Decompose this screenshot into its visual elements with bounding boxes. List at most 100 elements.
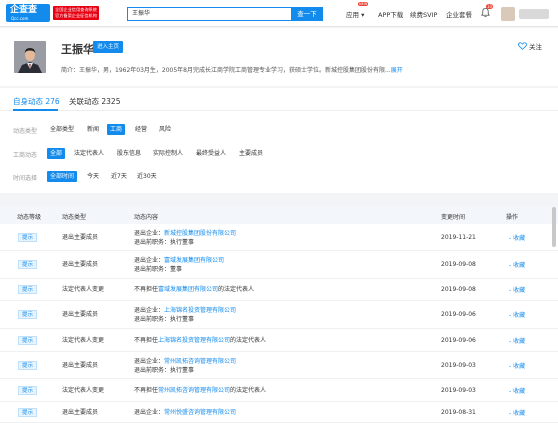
header-change-time: 变更时间 xyxy=(441,214,466,221)
table-row: 提示 退出主要成员 退出企业：上海锦名投资管理有限公司 退出前职务：执行董事 2019-… xyxy=(0,301,558,329)
level-badge: 提示 xyxy=(18,285,38,294)
content-label: 退出企业： xyxy=(134,257,165,264)
company-link[interactable]: 常州凯拓咨询管理有限公司 xyxy=(158,387,230,394)
dynamic-type: 法定代表人变更 xyxy=(62,387,105,394)
favorite-label: 收藏 xyxy=(513,410,526,417)
logo-mark: 企查查 Qcc.com xyxy=(6,4,50,22)
change-date: 2019-09-06 xyxy=(441,311,476,318)
nav-app-download[interactable]: APP下载 xyxy=(378,9,403,19)
table-row: 提示 法定代表人变更 不再担任常州凯拓咨询管理有限公司的法定代表人 2019-09-0… xyxy=(0,379,558,402)
person-bio: 简介：王振华，男，1962年03月生，2005年8月完成长江商学院工商管理专业学… xyxy=(61,65,403,74)
content-value: 的法定代表人 xyxy=(218,286,255,293)
favorite-label: 收藏 xyxy=(513,235,526,242)
chip-type-operation[interactable]: 经营 xyxy=(132,124,150,135)
level-badge: 提示 xyxy=(18,310,38,319)
filter-label-business: 工商动态 xyxy=(13,152,38,159)
nav-apps[interactable]: 应用 ▾ xyxy=(346,9,364,19)
bio-expand-link[interactable]: 展开 xyxy=(391,67,403,74)
user-name[interactable] xyxy=(519,9,549,19)
content-label: 退出企业： xyxy=(134,358,165,365)
favorite-button[interactable]: - 收藏 xyxy=(509,233,525,242)
dynamic-content-line: 退出企业：常州凯拓咨询管理有限公司 xyxy=(134,357,236,366)
person-name: 王振华 xyxy=(61,43,94,56)
chip-type-news[interactable]: 新闻 xyxy=(84,124,102,135)
content-label: 退出前职务： xyxy=(134,367,171,374)
logo-domain: Qcc.com xyxy=(11,16,29,21)
dynamic-type: 退出主要成员 xyxy=(62,311,99,318)
dynamic-type: 退出主要成员 xyxy=(62,234,99,241)
content-value: 的法定代表人 xyxy=(230,337,267,344)
company-link[interactable]: 常州悦盛咨询管理有限公司 xyxy=(164,409,236,416)
company-link[interactable]: 新城控股集团股份有限公司 xyxy=(164,230,236,237)
enter-homepage-button[interactable]: 进入主页 xyxy=(93,41,123,53)
favorite-button[interactable]: - 收藏 xyxy=(509,336,525,345)
notification-count: 10 xyxy=(486,4,494,9)
qcc-logo[interactable]: 企查查 Qcc.com 全国企业信用查询系统 官方备案企业征信机构 xyxy=(6,4,99,22)
table-row: 提示 退出主要成员 退出企业：常州悦盛咨询管理有限公司 2019-08-31 - 收藏 xyxy=(0,402,558,423)
favorite-label: 收藏 xyxy=(513,262,526,269)
favorite-button[interactable]: - 收藏 xyxy=(509,408,525,417)
favorite-button[interactable]: - 收藏 xyxy=(509,260,525,269)
chip-time-today[interactable]: 今天 xyxy=(84,171,102,182)
table-row: 提示 退出主要成员 退出企业：新城控股集团股份有限公司 退出前职务：执行董事 2019-… xyxy=(0,224,558,251)
dynamic-content-line: 不再担任上海锦名投资管理有限公司的法定代表人 xyxy=(134,336,266,345)
dynamic-content-line: 退出企业：常州悦盛咨询管理有限公司 xyxy=(134,408,236,417)
content-value: 执行董事 xyxy=(170,239,195,246)
chip-type-business[interactable]: 工商 xyxy=(107,124,126,135)
bio-text: 简介：王振华，男，1962年03月生，2005年8月完成长江商学院工商管理专业学… xyxy=(61,67,391,74)
dynamic-type: 退出主要成员 xyxy=(62,409,99,416)
chip-actual-controller[interactable]: 实际控制人 xyxy=(150,148,186,159)
user-avatar[interactable] xyxy=(501,7,515,21)
level-badge: 提示 xyxy=(18,233,38,242)
change-date: 2019-08-31 xyxy=(441,409,476,416)
content-value: 执行董事 xyxy=(170,316,195,323)
company-link[interactable]: 上海锦名投资管理有限公司 xyxy=(158,337,230,344)
company-link[interactable]: 上海锦名投资管理有限公司 xyxy=(164,307,236,314)
header-content: 动态内容 xyxy=(134,214,159,221)
search-button[interactable]: 查一下 xyxy=(291,7,323,21)
content-value: 董事 xyxy=(170,266,183,273)
table-row: 提示 退出主要成员 退出企业：常州凯拓咨询管理有限公司 退出前职务：执行董事 2019-… xyxy=(0,352,558,379)
dynamic-content-line: 退出前职务：执行董事 xyxy=(134,238,194,247)
logo-text: 企查查 xyxy=(10,5,38,15)
company-link[interactable]: 富域发展集团有限公司 xyxy=(158,286,218,293)
chip-ultimate-beneficiary[interactable]: 最终受益人 xyxy=(193,148,229,159)
dynamic-content-line: 退出企业：富域发展集团有限公司 xyxy=(134,256,224,265)
company-link[interactable]: 富域发展集团有限公司 xyxy=(164,257,224,264)
chip-type-risk[interactable]: 风险 xyxy=(156,124,174,135)
change-date: 2019-11-21 xyxy=(441,234,476,241)
chip-legal-representative[interactable]: 法定代表人 xyxy=(71,148,107,159)
content-label: 退出前职务： xyxy=(134,316,171,323)
nav-enterprise-package[interactable]: 企业套餐 xyxy=(446,9,472,19)
favorite-label: 收藏 xyxy=(513,363,526,370)
table-row: 提示 法定代表人变更 不再担任上海锦名投资管理有限公司的法定代表人 2019-09-0… xyxy=(0,329,558,352)
chip-time-30days[interactable]: 近30天 xyxy=(134,171,160,182)
chip-time-all[interactable]: 全部时间 xyxy=(47,171,78,182)
content-label: 退出前职务： xyxy=(134,266,171,273)
favorite-button[interactable]: - 收藏 xyxy=(509,285,525,294)
favorite-button[interactable]: - 收藏 xyxy=(509,310,525,319)
favorite-button[interactable]: - 收藏 xyxy=(509,361,525,370)
chip-shareholder[interactable]: 股东信息 xyxy=(114,148,144,159)
person-portrait-icon xyxy=(14,41,46,73)
person-profile-card: 王振华 进入主页 关注 简介：王振华，男，1962年03月生，2005年8月完成… xyxy=(0,28,558,86)
chip-type-all[interactable]: 全部类型 xyxy=(47,124,77,135)
follow-button[interactable]: 关注 xyxy=(518,41,542,51)
tab-related-dynamics[interactable]: 关联动态 2325 xyxy=(69,96,120,107)
favorite-label: 收藏 xyxy=(513,287,526,294)
company-link[interactable]: 常州凯拓咨询管理有限公司 xyxy=(164,358,236,365)
person-photo xyxy=(14,41,46,73)
scrollbar-thumb[interactable] xyxy=(552,207,556,247)
top-bar: 企查查 Qcc.com 全国企业信用查询系统 官方备案企业征信机构 王振华 查一… xyxy=(0,0,558,27)
favorite-button[interactable]: - 收藏 xyxy=(509,386,525,395)
dynamics-tabs: 自身动态 276 关联动态 2325 xyxy=(0,88,558,111)
change-date: 2019-09-08 xyxy=(441,261,476,268)
tab-self-dynamics[interactable]: 自身动态 276 xyxy=(13,96,60,107)
nav-renew-svip[interactable]: 续费SVIP xyxy=(410,9,437,19)
chip-business-all[interactable]: 全部 xyxy=(47,148,66,159)
content-label: 退出企业： xyxy=(134,230,165,237)
chip-time-7days[interactable]: 近7天 xyxy=(108,171,130,182)
search-input[interactable]: 王振华 xyxy=(127,7,291,21)
chip-key-members[interactable]: 主要成员 xyxy=(236,148,266,159)
active-tab-indicator xyxy=(13,109,58,111)
